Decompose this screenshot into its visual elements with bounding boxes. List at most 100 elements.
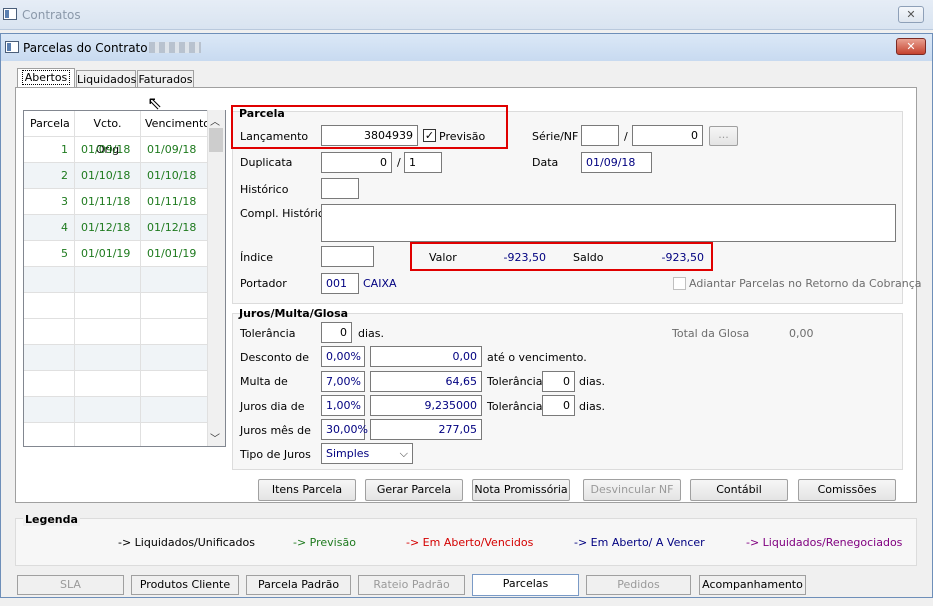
table-row-venc[interactable]: 01/09/18 xyxy=(141,137,209,163)
desconto-value-input[interactable]: 0,00 xyxy=(370,346,482,367)
table-row-venc[interactable]: 01/11/18 xyxy=(141,189,209,215)
duplicata-total-input[interactable]: 1 xyxy=(404,152,442,173)
indice-input[interactable] xyxy=(321,246,374,267)
table-row-vcto[interactable]: 01/10/18 xyxy=(75,163,141,189)
data-input[interactable]: 01/09/18 xyxy=(581,152,652,173)
tab-liquidados[interactable]: Liquidados xyxy=(76,70,136,88)
empty-cell xyxy=(141,319,209,345)
juros-mes-label: Juros mês de xyxy=(240,424,311,437)
serie-input[interactable] xyxy=(581,125,619,146)
nf-lookup-button[interactable]: ... xyxy=(709,126,738,146)
duplicata-input[interactable]: 0 xyxy=(321,152,392,173)
table-row-vcto[interactable]: 01/12/18 xyxy=(75,215,141,241)
bottom-tab-pedidos[interactable]: Pedidos xyxy=(586,575,691,595)
grid-header-vcto[interactable]: Vcto. Orig xyxy=(75,111,141,156)
legend-item-previsao: -> Previsão xyxy=(293,536,356,549)
empty-cell xyxy=(141,371,209,397)
nf-input[interactable]: 0 xyxy=(632,125,703,146)
nota-promissoria-button[interactable]: Nota Promissória xyxy=(472,479,570,501)
tolerancia-input[interactable]: 0 xyxy=(321,322,352,343)
tab-abertos-label: Abertos xyxy=(21,70,71,85)
tab-abertos[interactable]: Abertos xyxy=(17,68,75,88)
tab-faturados[interactable]: Faturados xyxy=(137,70,194,88)
table-row-vcto[interactable]: 01/01/19 xyxy=(75,241,141,267)
grid-header-parcela[interactable]: Parcela xyxy=(24,111,75,137)
portador-code-input[interactable]: 001 xyxy=(321,273,359,294)
table-row-parcela[interactable]: 4 xyxy=(24,215,75,241)
adiantar-checkbox[interactable] xyxy=(673,277,686,290)
bottom-tab-parcela-padrao[interactable]: Parcela Padrão xyxy=(246,575,351,595)
multa-label: Multa de xyxy=(240,375,288,388)
duplicata-separator: / xyxy=(397,156,401,169)
tolerancia-dias-label: dias. xyxy=(358,327,385,340)
comissoes-button[interactable]: Comissões xyxy=(798,479,896,501)
bottom-tab-rateio-padrao[interactable]: Rateio Padrão xyxy=(358,575,465,595)
multa-value-input[interactable]: 64,65 xyxy=(370,371,482,392)
bottom-tab-sla[interactable]: SLA xyxy=(17,575,124,595)
empty-cell xyxy=(24,371,75,397)
desconto-label: Desconto de xyxy=(240,351,310,364)
empty-cell xyxy=(75,293,141,319)
tipo-juros-select[interactable]: Simples ⌵ xyxy=(321,443,413,464)
table-row-parcela[interactable]: 3 xyxy=(24,189,75,215)
legend-item-renegociados: -> Liquidados/Renegociados xyxy=(746,536,903,549)
table-row-vcto[interactable]: 01/11/18 xyxy=(75,189,141,215)
multa-pct-input[interactable]: 7,00% xyxy=(321,371,365,392)
table-row-parcela[interactable]: 1 xyxy=(24,137,75,163)
data-label: Data xyxy=(532,156,559,169)
table-row-parcela[interactable]: 5 xyxy=(24,241,75,267)
valor-label: Valor xyxy=(429,251,457,264)
scroll-up-icon[interactable]: ︿ xyxy=(210,113,220,128)
bottom-tab-acompanhamento[interactable]: Acompanhamento xyxy=(699,575,806,595)
bottom-tab-parcelas[interactable]: Parcelas xyxy=(472,574,579,596)
saldo-value: -923,50 xyxy=(661,251,704,264)
empty-cell xyxy=(141,345,209,371)
legend-title: Legenda xyxy=(23,513,80,526)
juros-mes-pct-input[interactable]: 30,00% xyxy=(321,419,368,440)
multa-tolerancia-label: Tolerância xyxy=(487,375,543,388)
table-row-venc[interactable]: 01/10/18 xyxy=(141,163,209,189)
saldo-label: Saldo xyxy=(573,251,604,264)
inner-window-title: Parcelas do Contrato - xyxy=(23,41,156,55)
serie-nf-separator: / xyxy=(624,130,628,143)
juros-dia-value-input[interactable]: 9,235000 xyxy=(370,395,482,416)
empty-cell xyxy=(141,293,209,319)
desvincular-nf-button[interactable]: Desvincular NF xyxy=(583,479,681,501)
compl-historico-textarea[interactable] xyxy=(321,204,896,242)
grid-scrollbar-thumb[interactable] xyxy=(209,128,223,152)
table-row-vcto[interactable]: 01/09/18 xyxy=(75,137,141,163)
scroll-down-icon[interactable]: ﹀ xyxy=(210,430,220,445)
historico-input[interactable] xyxy=(321,178,359,199)
multa-tolerancia-input[interactable]: 0 xyxy=(542,371,575,392)
juros-tolerancia-input[interactable]: 0 xyxy=(542,395,575,416)
bottom-tab-produtos-cliente[interactable]: Produtos Cliente xyxy=(131,575,239,595)
grid-scrollbar[interactable] xyxy=(207,110,225,446)
juros-dia-pct-input[interactable]: 1,00% xyxy=(321,395,365,416)
inner-title-bar: Parcelas do Contrato - ✕ xyxy=(1,34,932,61)
outer-close-button[interactable]: ✕ xyxy=(898,6,924,23)
table-row-venc[interactable]: 01/12/18 xyxy=(141,215,209,241)
juros-group-title: Juros/Multa/Glosa xyxy=(239,307,349,320)
itens-parcela-button[interactable]: Itens Parcela xyxy=(258,479,356,501)
empty-cell xyxy=(141,397,209,423)
empty-cell xyxy=(141,423,209,446)
serie-nf-label: Série/NF xyxy=(532,130,579,143)
desconto-pct-input[interactable]: 0,00% xyxy=(321,346,365,367)
table-row-parcela[interactable]: 2 xyxy=(24,163,75,189)
redacted-contract-id xyxy=(149,42,201,53)
empty-cell xyxy=(24,423,75,446)
total-glosa-value: 0,00 xyxy=(789,327,814,340)
grid-header-vencimento[interactable]: Vencimento xyxy=(141,111,210,137)
juros-mes-value-input[interactable]: 277,05 xyxy=(370,419,482,440)
table-row-venc[interactable]: 01/01/19 xyxy=(141,241,209,267)
contabil-button[interactable]: Contábil xyxy=(690,479,788,501)
inner-close-button[interactable]: ✕ xyxy=(896,38,926,55)
empty-cell xyxy=(24,293,75,319)
empty-cell xyxy=(75,319,141,345)
parcelas-grid[interactable]: Parcela Vcto. Orig Vencimento 1 01/09/18… xyxy=(23,110,226,447)
tipo-juros-value: Simples xyxy=(326,447,370,460)
gerar-parcela-button[interactable]: Gerar Parcela xyxy=(365,479,463,501)
chevron-down-icon: ⌵ xyxy=(399,447,408,460)
compl-historico-label: Compl. Histórico xyxy=(240,207,331,220)
empty-cell xyxy=(75,345,141,371)
